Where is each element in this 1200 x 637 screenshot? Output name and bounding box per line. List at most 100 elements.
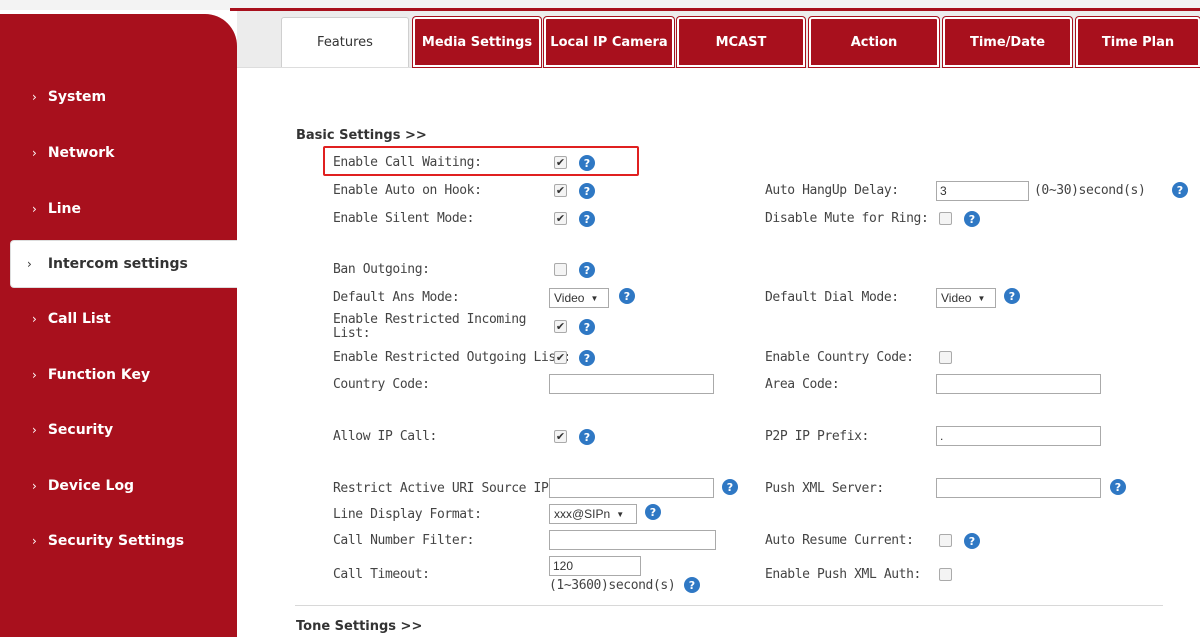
- country-code-input[interactable]: [549, 374, 714, 394]
- chevron-right-icon: ›: [32, 202, 37, 216]
- allow-ip-call-checkbox[interactable]: ✔: [554, 430, 567, 443]
- restrict-uri-ip-label: Restrict Active URI Source IP:: [333, 481, 556, 496]
- help-icon[interactable]: ?: [645, 504, 661, 520]
- sidebar-item-label: Intercom settings: [47, 256, 188, 272]
- sidebar-item-label: Device Log: [47, 478, 135, 494]
- help-icon[interactable]: ?: [579, 350, 595, 366]
- tab-time-date[interactable]: Time/Date: [943, 17, 1072, 67]
- sidebar-item-label: Call List: [47, 311, 111, 327]
- push-xml-auth-checkbox[interactable]: [939, 568, 952, 581]
- sidebar-item-system[interactable]: › System: [0, 73, 232, 121]
- chevron-right-icon: ›: [27, 257, 32, 271]
- p2p-ip-prefix-input[interactable]: .: [936, 426, 1101, 446]
- help-icon[interactable]: ?: [722, 479, 738, 495]
- area-code-input[interactable]: [936, 374, 1101, 394]
- default-dial-mode-select[interactable]: Video ▼: [936, 288, 996, 308]
- restrict-uri-ip-input[interactable]: [549, 478, 714, 498]
- auto-hangup-delay-input[interactable]: 3: [936, 181, 1029, 201]
- default-dial-mode-value: Video: [941, 291, 972, 305]
- help-icon[interactable]: ?: [684, 577, 700, 593]
- caret-down-icon: ▼: [977, 293, 986, 303]
- sidebar-item-function-key[interactable]: › Function Key: [0, 351, 232, 399]
- call-number-filter-input[interactable]: [549, 530, 716, 550]
- call-waiting-label: Enable Call Waiting:: [333, 155, 482, 170]
- help-icon[interactable]: ?: [1172, 182, 1188, 198]
- sidebar-item-label: Security: [47, 422, 114, 438]
- call-timeout-unit: (1~3600)second(s): [549, 578, 676, 593]
- disable-mute-ring-checkbox[interactable]: [939, 212, 952, 225]
- push-xml-auth-label: Enable Push XML Auth:: [765, 567, 921, 582]
- default-dial-mode-label: Default Dial Mode:: [765, 290, 899, 305]
- call-waiting-checkbox[interactable]: ✔: [554, 156, 567, 169]
- restricted-outgoing-label: Enable Restricted Outgoing List:: [333, 350, 571, 365]
- top-strip: [0, 0, 1200, 11]
- allow-ip-call-label: Allow IP Call:: [333, 429, 437, 444]
- auto-resume-current-checkbox[interactable]: [939, 534, 952, 547]
- help-icon[interactable]: ?: [1004, 288, 1020, 304]
- help-icon[interactable]: ?: [964, 211, 980, 227]
- tab-bar: Features Media Settings Local IP Camera …: [237, 11, 1200, 68]
- auto-on-hook-label: Enable Auto on Hook:: [333, 183, 482, 198]
- help-icon[interactable]: ?: [579, 211, 595, 227]
- caret-down-icon: ▼: [590, 293, 599, 303]
- help-icon[interactable]: ?: [579, 429, 595, 445]
- tab-action[interactable]: Action: [809, 17, 939, 67]
- line-display-format-select[interactable]: xxx@SIPn ▼: [549, 504, 637, 524]
- tab-media-settings[interactable]: Media Settings: [413, 17, 541, 67]
- sidebar: › System › Network › Line › Intercom setting…: [0, 14, 237, 637]
- help-icon[interactable]: ?: [1110, 479, 1126, 495]
- restricted-incoming-checkbox[interactable]: ✔: [554, 320, 567, 333]
- tab-features[interactable]: Features: [281, 17, 409, 67]
- sidebar-item-line[interactable]: › Line: [0, 185, 232, 233]
- chevron-right-icon: ›: [32, 534, 37, 548]
- default-ans-mode-select[interactable]: Video ▼: [549, 288, 609, 308]
- basic-settings-heading[interactable]: Basic Settings >>: [296, 128, 427, 143]
- sidebar-item-call-list[interactable]: › Call List: [0, 295, 232, 343]
- push-xml-server-label: Push XML Server:: [765, 481, 884, 496]
- help-icon[interactable]: ?: [964, 533, 980, 549]
- chevron-right-icon: ›: [32, 479, 37, 493]
- help-icon[interactable]: ?: [579, 155, 595, 171]
- chevron-right-icon: ›: [32, 146, 37, 160]
- ban-outgoing-checkbox[interactable]: [554, 263, 567, 276]
- main-content: Basic Settings >> Enable Call Waiting: ✔…: [237, 68, 1200, 637]
- call-number-filter-label: Call Number Filter:: [333, 533, 475, 548]
- chevron-right-icon: ›: [32, 368, 37, 382]
- call-timeout-label: Call Timeout:: [333, 567, 430, 582]
- ban-outgoing-label: Ban Outgoing:: [333, 262, 430, 277]
- line-display-format-value: xxx@SIPn: [554, 507, 611, 521]
- help-icon[interactable]: ?: [579, 183, 595, 199]
- silent-mode-checkbox[interactable]: ✔: [554, 212, 567, 225]
- sidebar-item-label: Function Key: [47, 367, 151, 383]
- tone-settings-heading[interactable]: Tone Settings >>: [296, 619, 422, 634]
- p2p-ip-prefix-label: P2P IP Prefix:: [765, 429, 869, 444]
- auto-hangup-delay-label: Auto HangUp Delay:: [765, 183, 899, 198]
- sidebar-item-label: Network: [47, 145, 115, 161]
- chevron-right-icon: ›: [32, 90, 37, 104]
- sidebar-item-label: Line: [47, 201, 81, 217]
- area-code-label: Area Code:: [765, 377, 840, 392]
- sidebar-item-label: System: [47, 89, 107, 105]
- divider: [295, 605, 1163, 606]
- help-icon[interactable]: ?: [579, 319, 595, 335]
- auto-on-hook-checkbox[interactable]: ✔: [554, 184, 567, 197]
- caret-down-icon: ▼: [616, 509, 625, 519]
- auto-hangup-delay-unit: (0~30)second(s): [1034, 183, 1146, 198]
- sidebar-item-intercom-settings[interactable]: › Intercom settings: [10, 240, 237, 288]
- auto-resume-current-label: Auto Resume Current:: [765, 533, 914, 548]
- sidebar-item-network[interactable]: › Network: [0, 129, 232, 177]
- country-code-enable-checkbox[interactable]: [939, 351, 952, 364]
- tab-time-plan[interactable]: Time Plan: [1076, 17, 1200, 67]
- country-code-enable-label: Enable Country Code:: [765, 350, 914, 365]
- sidebar-item-security-settings[interactable]: › Security Settings: [0, 517, 232, 565]
- restricted-outgoing-checkbox[interactable]: ✔: [554, 351, 567, 364]
- restricted-incoming-label-line2: List:: [333, 326, 371, 341]
- sidebar-item-device-log[interactable]: › Device Log: [0, 462, 232, 510]
- help-icon[interactable]: ?: [579, 262, 595, 278]
- push-xml-server-input[interactable]: [936, 478, 1101, 498]
- help-icon[interactable]: ?: [619, 288, 635, 304]
- call-timeout-input[interactable]: 120: [549, 556, 641, 576]
- tab-mcast[interactable]: MCAST: [677, 17, 805, 67]
- sidebar-item-security[interactable]: › Security: [0, 406, 232, 454]
- tab-local-ip-camera[interactable]: Local IP Camera: [544, 17, 674, 67]
